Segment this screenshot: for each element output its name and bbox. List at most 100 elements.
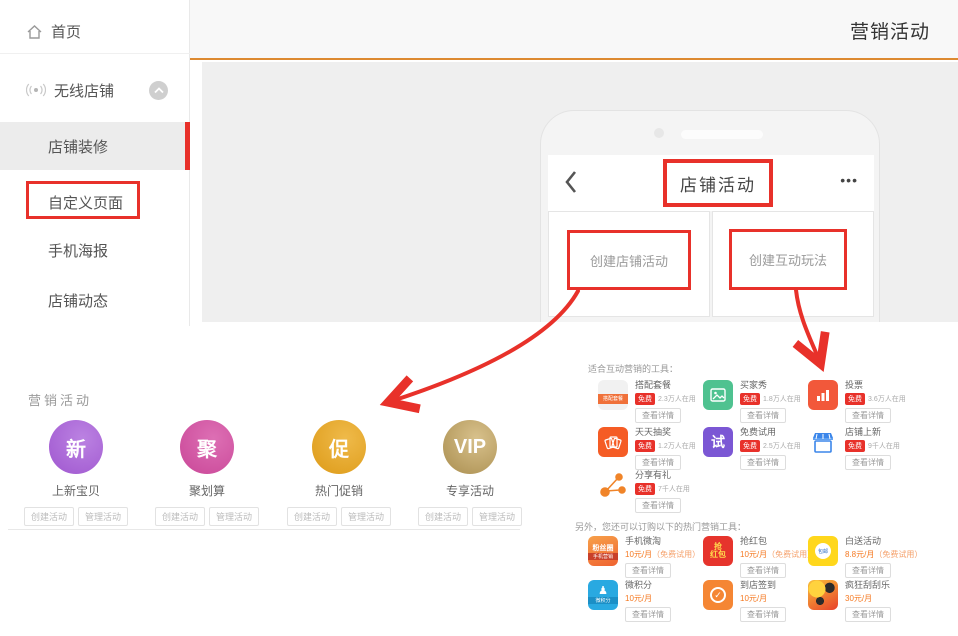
tool-tile-free-gift: 包邮 白送活动 8.8元/月（免费试用） 查看详情 — [808, 536, 920, 578]
sidebar-item-mobile-poster[interactable]: 手机海报 — [0, 228, 190, 272]
marketing-tools-panel: 适合互动营销的工具： 搭配套餐 搭配套餐 免费2.3万人在用 查看详情 买家秀 … — [575, 350, 958, 636]
panel-title: 营销活动 — [28, 390, 92, 409]
activity-vip-exclusive: VIP 专享活动 创建活动 管理活动 — [408, 420, 532, 526]
tool-tile-vote: 投票 免费3.6万人在用 查看详情 — [808, 380, 920, 423]
view-detail-button[interactable]: 查看详情 — [740, 563, 786, 578]
tool-price: 8.8元/月（免费试用） — [845, 549, 922, 560]
create-activity-button[interactable]: 创建活动 — [287, 507, 337, 526]
activity-name: 聚划算 — [145, 482, 269, 499]
create-shop-activity-button[interactable]: 创建店铺活动 — [567, 230, 691, 290]
view-detail-button[interactable]: 查看详情 — [845, 408, 891, 423]
tool-tile-buyer-show: 买家秀 免费1.8万人在用 查看详情 — [703, 380, 815, 423]
tool-title: 到店签到 — [740, 580, 786, 590]
sidebar: 首页 无线店铺 店铺装修 自定义页面 手机海报 店铺动态 — [0, 0, 190, 326]
content-stage: 店铺活动 ••• 创建店铺活动 创建互动玩法 — [202, 62, 958, 322]
view-detail-button[interactable]: 查看详情 — [635, 455, 681, 470]
manage-activity-button[interactable]: 管理活动 — [472, 507, 522, 526]
view-detail-button[interactable]: 查看详情 — [740, 408, 786, 423]
tool-tile-store: 店铺上新 免费9千人在用 查看详情 — [808, 427, 920, 470]
manage-activity-button[interactable]: 管理活动 — [78, 507, 128, 526]
more-menu-icon[interactable]: ••• — [840, 172, 858, 188]
manage-activity-button[interactable]: 管理活动 — [209, 507, 259, 526]
new-items-icon[interactable]: 新 — [49, 420, 103, 474]
activity-new-items: 新 上新宝贝 创建活动 管理活动 — [14, 420, 138, 526]
users-count: 3.6万人在用 — [868, 394, 906, 404]
tool-tile-lottery: 天天抽奖 免费1.2万人在用 查看详情 — [598, 427, 710, 470]
sidebar-item-label: 手机海报 — [48, 240, 108, 261]
sidebar-item-label: 无线店铺 — [54, 80, 114, 101]
hot-promotion-icon[interactable]: 促 — [312, 420, 366, 474]
users-count: 2.3万人在用 — [658, 394, 696, 404]
micro-points-icon: ♟微积分 — [588, 580, 618, 610]
tool-price: 10元/月 — [740, 593, 786, 604]
broadcast-icon — [26, 83, 46, 97]
users-count: 7千人在用 — [658, 484, 690, 494]
view-detail-button[interactable]: 查看详情 — [625, 563, 671, 578]
sidebar-item-custom-page[interactable]: 自定义页面 — [0, 180, 190, 224]
view-detail-button[interactable]: 查看详情 — [635, 408, 681, 423]
view-detail-button[interactable]: 查看详情 — [845, 455, 891, 470]
marketing-activities-panel: 营销活动 新 上新宝贝 创建活动 管理活动 聚 聚划算 创建活动 管理活动 促 … — [8, 344, 520, 530]
back-chevron-icon[interactable] — [564, 170, 578, 199]
sidebar-item-label: 店铺动态 — [48, 290, 108, 311]
tool-tile-outfit: 搭配套餐 搭配套餐 免费2.3万人在用 查看详情 — [598, 380, 710, 423]
users-count: 1.2万人在用 — [658, 441, 696, 451]
outfit-package-icon: 搭配套餐 — [598, 380, 628, 410]
collapse-chevron-up-icon[interactable] — [149, 81, 168, 100]
view-detail-button[interactable]: 查看详情 — [740, 455, 786, 470]
sidebar-item-shop-decoration[interactable]: 店铺装修 — [0, 122, 190, 170]
fans-circle-icon: 粉丝圈手机营销 — [588, 536, 618, 566]
vote-bar-chart-icon — [808, 380, 838, 410]
tool-tile-checkin: ✓ 到店签到 10元/月 查看详情 — [703, 580, 815, 622]
tool-title: 抢红包 — [740, 536, 815, 546]
free-badge: 免费 — [845, 440, 865, 452]
tool-title: 搭配套餐 — [635, 380, 696, 390]
free-badge: 免费 — [635, 483, 655, 495]
free-tools-heading: 适合互动营销的工具： — [588, 362, 678, 375]
manage-activity-button[interactable]: 管理活动 — [341, 507, 391, 526]
phone-panel-right: 创建互动玩法 — [712, 211, 874, 317]
users-count: 2.5万人在用 — [763, 441, 801, 451]
free-badge: 免费 — [635, 393, 655, 405]
tool-price: 10元/月 — [625, 593, 671, 604]
create-activity-button[interactable]: 创建活动 — [24, 507, 74, 526]
tool-title: 店铺上新 — [845, 427, 900, 437]
create-activity-button[interactable]: 创建活动 — [418, 507, 468, 526]
sidebar-item-label: 首页 — [51, 21, 81, 42]
paid-tools-heading: 另外，您还可以订购以下的热门营销工具： — [575, 520, 746, 533]
free-badge: 免费 — [740, 440, 760, 452]
free-badge: 免费 — [740, 393, 760, 405]
trial-icon: 试 — [703, 427, 733, 457]
view-detail-button[interactable]: 查看详情 — [845, 563, 891, 578]
users-count: 1.8万人在用 — [763, 394, 801, 404]
activity-juhuasuan: 聚 聚划算 创建活动 管理活动 — [145, 420, 269, 526]
lottery-tickets-icon — [598, 427, 628, 457]
juhuasuan-icon[interactable]: 聚 — [180, 420, 234, 474]
tool-title: 白送活动 — [845, 536, 922, 546]
phone-nav-bar: 店铺活动 ••• — [548, 155, 874, 211]
tool-tile-fans-circle: 粉丝圈手机营销 手机微淘 10元/月（免费试用） 查看详情 — [588, 536, 700, 578]
sidebar-item-home[interactable]: 首页 — [0, 10, 190, 54]
tool-price: 10元/月（免费试用） — [625, 549, 700, 560]
create-activity-button[interactable]: 创建活动 — [155, 507, 205, 526]
tool-title: 分享有礼 — [635, 470, 690, 480]
tool-title: 疯狂刮刮乐 — [845, 580, 891, 590]
users-count: 9千人在用 — [868, 441, 900, 451]
tool-title: 买家秀 — [740, 380, 801, 390]
vip-icon[interactable]: VIP — [443, 420, 497, 474]
sidebar-item-wireless-shop[interactable]: 无线店铺 — [0, 68, 190, 112]
red-packet-icon: 抢红包 — [703, 536, 733, 566]
sidebar-item-shop-dynamics[interactable]: 店铺动态 — [0, 278, 190, 322]
page-title: 营销活动 — [690, 17, 958, 44]
phone-mockup: 店铺活动 ••• 创建店铺活动 创建互动玩法 — [540, 110, 880, 322]
activity-name: 热门促销 — [277, 482, 401, 499]
view-detail-button[interactable]: 查看详情 — [845, 607, 891, 622]
tool-title: 手机微淘 — [625, 536, 700, 546]
sidebar-item-label: 店铺装修 — [48, 136, 108, 157]
view-detail-button[interactable]: 查看详情 — [625, 607, 671, 622]
tool-tile-red-packet: 抢红包 抢红包 10元/月（免费试用） 查看详情 — [703, 536, 815, 578]
view-detail-button[interactable]: 查看详情 — [635, 498, 681, 513]
view-detail-button[interactable]: 查看详情 — [740, 607, 786, 622]
create-interactive-play-button[interactable]: 创建互动玩法 — [729, 229, 847, 290]
checkin-location-icon: ✓ — [703, 580, 733, 610]
